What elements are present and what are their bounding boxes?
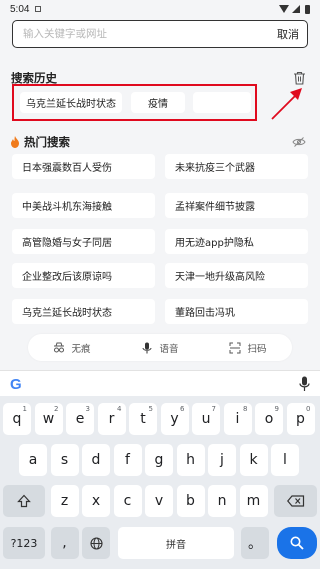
key-hint: 7 xyxy=(211,405,216,413)
voice-label: 语音 xyxy=(159,343,179,355)
scan-button[interactable]: 扫码 xyxy=(229,341,267,355)
key-c[interactable]: c xyxy=(113,485,142,517)
backspace-key[interactable] xyxy=(274,485,317,517)
key-d[interactable]: d xyxy=(82,444,110,476)
search-icon xyxy=(290,536,304,550)
key-i[interactable]: i8 xyxy=(223,403,252,435)
key-k[interactable]: k xyxy=(239,444,268,476)
wifi-icon xyxy=(279,5,289,13)
space-key[interactable]: 拼音 xyxy=(118,527,234,559)
key-n[interactable]: n xyxy=(208,485,236,517)
key-label: u xyxy=(201,411,211,427)
key-p[interactable]: p0 xyxy=(286,403,315,435)
cellular-icon xyxy=(292,5,300,13)
status-time: 5:04 xyxy=(10,3,30,15)
key-e[interactable]: e3 xyxy=(66,403,94,435)
scan-label: 扫码 xyxy=(247,343,267,355)
key-l[interactable]: l xyxy=(271,444,299,476)
key-label: t xyxy=(140,411,146,427)
keyboard-mic-icon[interactable] xyxy=(299,376,310,392)
key-w[interactable]: w2 xyxy=(34,403,63,435)
key-label: w xyxy=(42,411,55,427)
incognito-label: 无痕 xyxy=(71,343,91,355)
key-hint: 3 xyxy=(85,405,90,413)
key-hint: 8 xyxy=(243,405,248,413)
key-v[interactable]: v xyxy=(145,485,173,517)
hide-eye-icon[interactable] xyxy=(292,137,306,147)
key-hint: 1 xyxy=(22,405,27,413)
annotation-arrow-icon xyxy=(271,88,302,120)
key-o[interactable]: o9 xyxy=(255,403,283,435)
hot-search-item[interactable]: 乌克兰延长战时状态 xyxy=(12,299,155,324)
key-u[interactable]: u7 xyxy=(192,403,220,435)
shift-icon xyxy=(17,494,31,508)
key-label: y xyxy=(170,411,179,427)
key-z[interactable]: z xyxy=(50,485,79,517)
battery-icon xyxy=(305,4,310,14)
hot-search-title: 热门搜索 xyxy=(24,135,70,149)
keyboard-search-key[interactable] xyxy=(277,527,317,559)
hot-search-item[interactable]: 企业整改后该原谅吗 xyxy=(12,263,155,288)
key-t[interactable]: t5 xyxy=(129,403,157,435)
hot-search-item[interactable]: 董路回击冯巩 xyxy=(165,299,308,324)
key-label: i xyxy=(235,411,240,427)
hot-search-item[interactable]: 中美战斗机东海接触 xyxy=(12,193,155,218)
key-hint: 2 xyxy=(54,405,59,413)
key-label: e xyxy=(75,411,85,427)
google-g-icon[interactable]: G xyxy=(10,376,22,393)
scan-icon xyxy=(229,342,241,353)
key-h[interactable]: h xyxy=(176,444,205,476)
key-g[interactable]: g xyxy=(145,444,173,476)
key-f[interactable]: f xyxy=(113,444,142,476)
key-j[interactable]: j xyxy=(208,444,236,476)
fire-icon xyxy=(11,136,19,148)
status-bar: 5:04 xyxy=(0,0,320,18)
hot-search-item[interactable]: 孟祥案件细节披露 xyxy=(165,193,308,218)
hot-search-item[interactable]: 用无迹app护隐私 xyxy=(165,229,308,254)
globe-icon xyxy=(89,536,103,550)
shift-key[interactable] xyxy=(3,485,45,517)
key-s[interactable]: s xyxy=(50,444,79,476)
period-key[interactable]: 。 xyxy=(241,527,269,559)
notification-icon xyxy=(35,6,42,12)
hot-search-item[interactable]: 未来抗疫三个武器 xyxy=(165,154,308,179)
annotation-highlight-box xyxy=(12,84,257,121)
keyboard: q1 w2 e3 r4 t5 y6 u7 i8 o9 p0 a s d f g … xyxy=(0,396,320,569)
key-hint: 6 xyxy=(180,405,185,413)
microphone-icon xyxy=(142,342,152,353)
search-toolbar: 无痕 语音 扫码 xyxy=(28,334,292,361)
key-m[interactable]: m xyxy=(239,485,268,517)
hot-search-item[interactable]: 日本强震数百人受伤 xyxy=(12,154,155,179)
key-hint: 4 xyxy=(117,405,122,413)
hot-search-header: 热门搜索 xyxy=(10,134,70,150)
key-r[interactable]: r4 xyxy=(97,403,126,435)
key-x[interactable]: x xyxy=(82,485,110,517)
trash-icon[interactable] xyxy=(293,71,306,85)
key-y[interactable]: y6 xyxy=(160,403,189,435)
search-input[interactable] xyxy=(23,28,277,40)
key-hint: 0 xyxy=(306,405,311,413)
hot-search-item[interactable]: 高管隐婚与女子同居 xyxy=(12,229,155,254)
key-q[interactable]: q1 xyxy=(3,403,31,435)
key-b[interactable]: b xyxy=(176,485,205,517)
incognito-button[interactable]: 无痕 xyxy=(53,341,91,355)
comma-key[interactable]: , xyxy=(50,527,79,559)
cancel-button[interactable]: 取消 xyxy=(277,26,299,42)
backspace-icon xyxy=(286,495,304,507)
search-bar: 取消 xyxy=(12,20,308,48)
key-label: q xyxy=(12,411,22,427)
hot-search-item[interactable]: 天津一地升级高风险 xyxy=(165,263,308,288)
keyboard-suggestion-bar: G xyxy=(0,370,320,396)
key-hint: 5 xyxy=(148,405,153,413)
key-label: p xyxy=(296,411,305,427)
voice-button[interactable]: 语音 xyxy=(141,341,179,355)
key-label: o xyxy=(264,411,274,427)
incognito-icon xyxy=(54,342,65,352)
key-hint: 9 xyxy=(274,405,279,413)
symbols-key[interactable]: ?123 xyxy=(3,527,45,559)
key-a[interactable]: a xyxy=(19,444,47,476)
key-label: r xyxy=(108,411,115,427)
language-key[interactable] xyxy=(82,527,110,559)
